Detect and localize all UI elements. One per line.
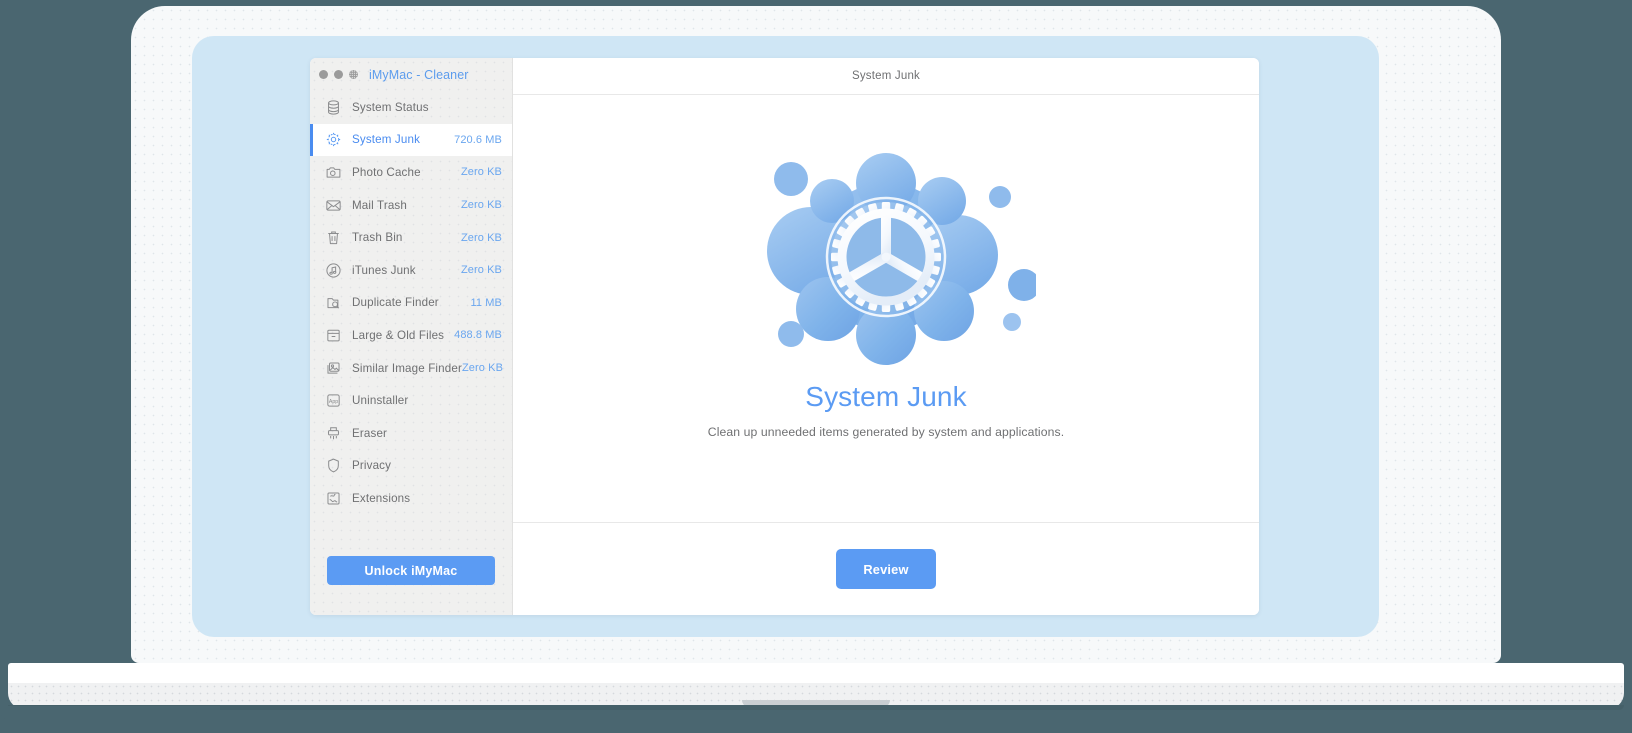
active-accent-bar: [310, 156, 313, 189]
sidebar-item-privacy[interactable]: Privacy: [310, 450, 512, 483]
shield-icon: [325, 457, 342, 474]
active-accent-bar: [310, 384, 313, 417]
active-accent-bar: [310, 450, 313, 483]
content-header-title: System Junk: [851, 70, 921, 82]
sidebar-item-trash-bin[interactable]: Trash Bin Zero KB: [310, 221, 512, 254]
sidebar-item-large-old-files[interactable]: Large & Old Files 488.8 MB: [310, 319, 512, 352]
sidebar-item-photo-cache[interactable]: Photo Cache Zero KB: [310, 156, 512, 189]
hero-subtitle: Clean up unneeded items generated by sys…: [707, 425, 1065, 439]
sidebar-item-system-status[interactable]: System Status: [310, 91, 512, 124]
archive-box-icon: [325, 327, 342, 344]
sidebar-item-label: Uninstaller: [352, 394, 409, 408]
database-icon: [325, 99, 342, 116]
active-accent-bar: [310, 91, 313, 124]
sidebar-item-label: Eraser: [352, 426, 388, 440]
sidebar-item-duplicate-finder[interactable]: Duplicate Finder 11 MB: [310, 287, 512, 320]
sidebar-item-size: Zero KB: [460, 166, 502, 179]
sidebar-item-size: 11 MB: [470, 296, 502, 309]
laptop-shadow-left: [0, 706, 220, 720]
shredder-icon: [325, 425, 342, 442]
content-header: System Junk: [513, 58, 1259, 95]
sidebar-item-label: iTunes Junk: [352, 263, 416, 277]
sidebar-item-label: Duplicate Finder: [352, 296, 439, 310]
sidebar-item-size: Zero KB: [461, 362, 504, 375]
app-box-icon: App: [325, 392, 342, 409]
sidebar-item-uninstaller[interactable]: App Uninstaller: [310, 384, 512, 417]
app-title: iMyMac - Cleaner: [369, 67, 469, 82]
sidebar-item-label: Similar Image Finder: [352, 361, 462, 375]
content-footer: Review: [513, 523, 1259, 615]
blue-blob-gear-illustration: [767, 153, 1036, 365]
sidebar-item-label: Extensions: [352, 491, 411, 505]
svg-text:App: App: [329, 399, 338, 405]
photo-camera-icon: [325, 164, 342, 181]
active-accent-bar: [310, 417, 313, 450]
active-accent-bar: [310, 123, 313, 157]
image-stack-icon: [325, 360, 342, 377]
sidebar-footer: Unlock iMyMac: [310, 556, 512, 615]
music-note-icon: [325, 262, 342, 279]
sidebar-item-mail-trash[interactable]: Mail Trash Zero KB: [310, 189, 512, 222]
laptop-base-edge: [8, 705, 1624, 710]
sidebar-item-label: Privacy: [352, 459, 392, 473]
sidebar-item-size: Zero KB: [460, 264, 502, 277]
hero-title: System Junk: [805, 381, 967, 412]
sidebar-item-eraser[interactable]: Eraser: [310, 417, 512, 450]
content-body: System Junk Clean up unneeded items gene…: [513, 95, 1259, 523]
trash-bin-icon: [325, 229, 342, 246]
sidebar-item-itunes-junk[interactable]: iTunes Junk Zero KB: [310, 254, 512, 287]
active-accent-bar: [310, 319, 313, 352]
active-accent-bar: [310, 287, 313, 320]
window-titlebar: iMyMac - Cleaner: [310, 58, 512, 91]
sidebar-item-size: 488.8 MB: [454, 329, 502, 342]
sidebar-item-size: 720.6 MB: [454, 133, 502, 146]
sidebar-nav-list: System Status System Junk 720.6 MB Photo Ca…: [310, 91, 512, 556]
active-accent-bar: [310, 482, 313, 515]
sidebar: iMyMac - Cleaner System Status System Jun…: [310, 58, 513, 615]
puzzle-piece-icon: [325, 490, 342, 507]
sidebar-item-similar-image-finder[interactable]: Similar Image Finder Zero KB: [310, 352, 512, 385]
active-accent-bar: [310, 189, 313, 222]
minimize-dot[interactable]: [334, 70, 343, 79]
sidebar-item-size: Zero KB: [460, 199, 502, 212]
close-dot[interactable]: [319, 70, 328, 79]
unlock-imymac-button[interactable]: Unlock iMyMac: [327, 556, 495, 585]
sidebar-item-label: System Junk: [352, 133, 421, 147]
mail-envelope-icon: [325, 197, 342, 214]
sidebar-item-label: Mail Trash: [352, 198, 407, 212]
main-content: System Junk System Junk Clean up unneede…: [513, 58, 1259, 615]
zoom-dot[interactable]: [349, 70, 358, 79]
sidebar-item-label: System Status: [352, 100, 429, 114]
gear-icon: [325, 131, 342, 148]
active-accent-bar: [310, 352, 313, 385]
duplicate-search-icon: [325, 294, 342, 311]
sidebar-item-label: Trash Bin: [352, 231, 403, 245]
app-window: iMyMac - Cleaner System Status System Jun…: [310, 58, 1259, 615]
sidebar-item-extensions[interactable]: Extensions: [310, 482, 512, 515]
sidebar-item-system-junk[interactable]: System Junk 720.6 MB: [310, 123, 512, 157]
active-accent-bar: [310, 221, 313, 254]
review-button[interactable]: Review: [836, 549, 936, 589]
sidebar-item-label: Photo Cache: [352, 165, 421, 179]
sidebar-item-label: Large & Old Files: [352, 328, 445, 342]
scene-background: iMyMac - Cleaner System Status System Jun…: [0, 0, 1632, 733]
active-accent-bar: [310, 254, 313, 287]
sidebar-item-size: Zero KB: [460, 231, 502, 244]
